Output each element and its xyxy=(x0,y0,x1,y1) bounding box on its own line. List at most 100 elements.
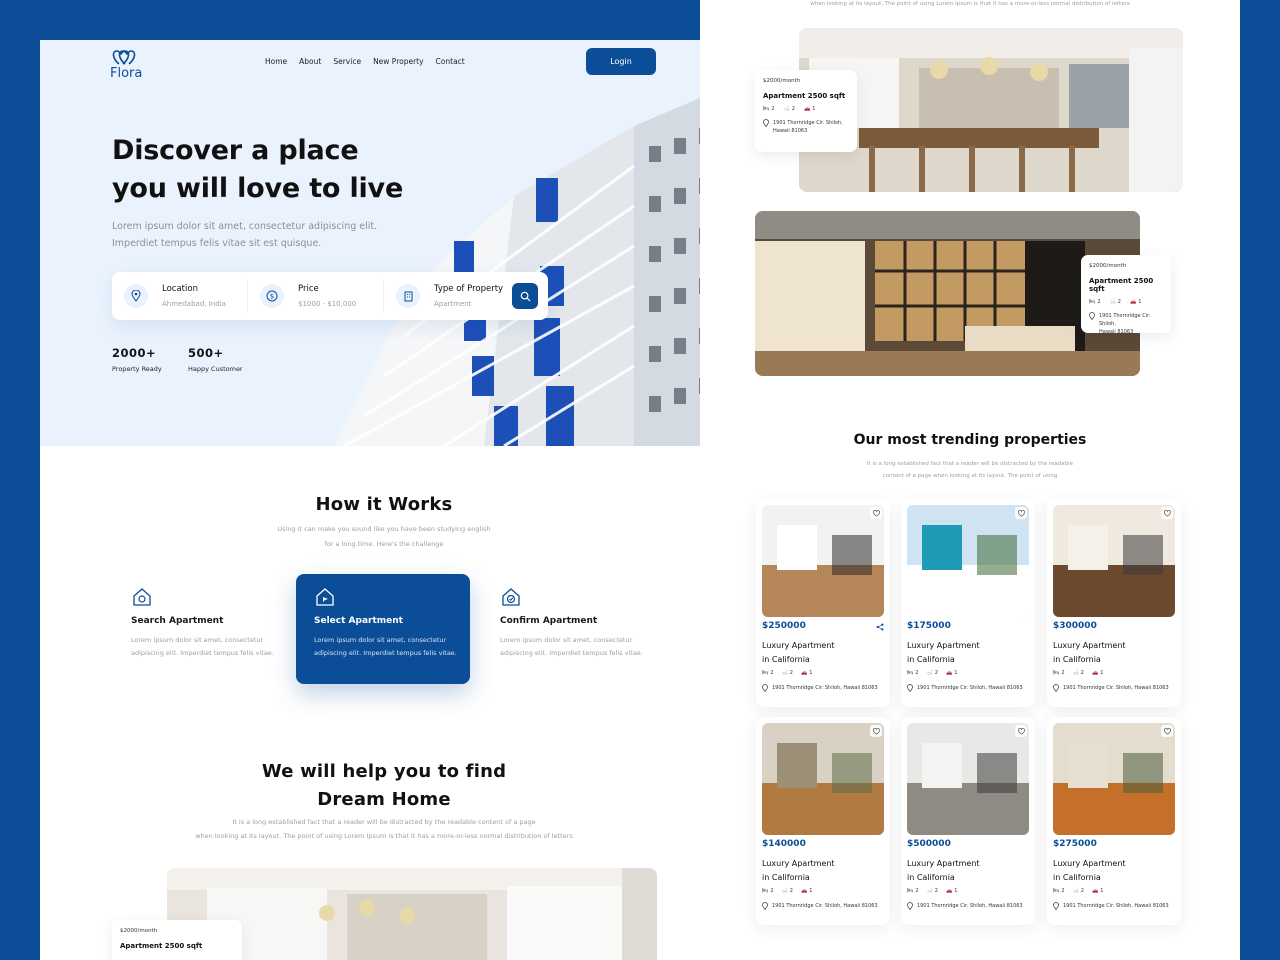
dream-subtitle-line-1: It is a long established fact that a rea… xyxy=(232,818,536,826)
how-subtitle-line-2: for a long time. Here's the challenge xyxy=(324,540,444,548)
dollar-icon: $ xyxy=(260,284,284,308)
login-button[interactable]: Login xyxy=(586,48,656,75)
property-card[interactable]: $250000 Luxury Apartment in California 🛏 2 🛁 2… xyxy=(756,499,890,707)
favorite-heart-icon[interactable] xyxy=(1015,725,1027,737)
property-search-bar: Location Ahmedabad, India $ Price $1000 - … xyxy=(112,272,548,320)
feature-card-1[interactable]: $2000/month Apartment 2500 sqft 🛏 2 🛁 2 🚗 1… xyxy=(755,70,857,152)
property-title-line-1: Luxury Apartment xyxy=(907,641,980,650)
rent-price: $2000/month xyxy=(1089,263,1127,269)
step-desc: Lorem ipsum dolor sit amet, consectetur … xyxy=(500,636,643,657)
favorite-heart-icon[interactable] xyxy=(1015,507,1027,519)
bath-icon: 🛁 2 xyxy=(1072,670,1084,676)
bed-icon: 🛏 2 xyxy=(907,670,919,676)
stat-label: Property Ready xyxy=(112,365,162,373)
property-price: $275000 xyxy=(1053,839,1097,849)
property-address: 1901 Thornridge Cir. Shiloh, Hawaii 8106… xyxy=(762,684,878,692)
building-icon xyxy=(396,284,420,308)
bath-icon: 🛁 2 xyxy=(926,888,938,894)
main-nav: Home About Service New Property Contact xyxy=(265,57,465,66)
hero-subtitle-line-1: Lorem ipsum dolor sit amet, consectetur … xyxy=(112,221,378,232)
nav-home[interactable]: Home xyxy=(265,57,287,66)
hero-section: Flora Home About Service New Property Co… xyxy=(40,40,728,446)
bath-count: 2 xyxy=(1080,670,1084,676)
stat-happy-customer: 500+ Happy Customer xyxy=(188,346,243,373)
property-address: 1901 Thornridge Cir. Shiloh, Hawaii 8106… xyxy=(907,684,1023,692)
favorite-heart-icon[interactable] xyxy=(870,507,882,519)
property-title: Luxury Apartment in California xyxy=(762,639,835,666)
amenities: 🛏 2 🛁 2 🚗 1 xyxy=(1089,299,1163,305)
nav-new-property[interactable]: New Property xyxy=(373,57,423,66)
step-select-apartment[interactable]: Select Apartment Lorem ipsum dolor sit a… xyxy=(296,574,470,684)
car-icon: 🚗 1 xyxy=(1129,299,1142,305)
car-count: 1 xyxy=(1100,670,1104,676)
property-card[interactable]: $275000 Luxury Apartment in California 🛏 2 🛁 2… xyxy=(1047,717,1181,925)
apartment-info-card[interactable]: $2000/month Apartment 2500 sqft xyxy=(112,920,242,960)
bath-icon: 🛁 2 xyxy=(781,888,793,894)
property-title-line-2: in California xyxy=(1053,654,1101,664)
property-image xyxy=(762,505,884,617)
search-type-field[interactable]: Type of Property Apartment xyxy=(384,279,520,313)
search-price-field[interactable]: $ Price $1000 - $10,000 xyxy=(248,279,384,313)
property-card[interactable]: $500000 Luxury Apartment in California 🛏 2 🛁 2… xyxy=(901,717,1035,925)
favorite-heart-icon[interactable] xyxy=(1161,725,1173,737)
property-image xyxy=(1053,723,1175,835)
address-text: 1901 Thornridge Cir. Shiloh, Hawaii 8106… xyxy=(917,685,1023,691)
car-icon: 🚗 1 xyxy=(803,106,816,112)
property-card[interactable]: $175000 Luxury Apartment in California 🛏 2 🛁 2… xyxy=(901,499,1035,707)
search-location-field[interactable]: Location Ahmedabad, India xyxy=(112,279,248,313)
amenities: 🛏 2 🛁 2 🚗 1 xyxy=(1053,888,1103,894)
favorite-heart-icon[interactable] xyxy=(870,725,882,737)
property-address: 1901 Thornridge Cir. Shiloh, Hawaii 8106… xyxy=(1053,684,1169,692)
bath-icon: 🛁 2 xyxy=(781,670,793,676)
amenities: 🛏 2 🛁 2 🚗 1 xyxy=(763,106,849,112)
step-title: Confirm Apartment xyxy=(500,616,598,626)
how-it-works-subtitle: Using it can make you sound like you hav… xyxy=(40,522,728,552)
search-button[interactable] xyxy=(512,283,538,309)
landing-page-left: Flora Home About Service New Property Co… xyxy=(40,40,728,960)
amenities: 🛏 2 🛁 2 🚗 1 xyxy=(762,670,812,676)
apartment-title: Apartment 2500 sqft xyxy=(763,92,846,100)
property-title: Luxury Apartment in California xyxy=(907,639,980,666)
bath-count: 2 xyxy=(934,888,938,894)
amenities: 🛏 2 🛁 2 🚗 1 xyxy=(762,888,812,894)
nav-service[interactable]: Service xyxy=(333,57,361,66)
location-pin-icon xyxy=(1089,312,1095,320)
dream-subtitle-line-2: when looking at its layout. The point of… xyxy=(195,832,573,840)
property-card[interactable]: $140000 Luxury Apartment in California 🛏 2 🛁 2… xyxy=(756,717,890,925)
top-caption: when looking at its layout. The point of… xyxy=(810,1,1130,7)
car-count: 1 xyxy=(954,670,958,676)
property-title-line-1: Luxury Apartment xyxy=(762,859,835,868)
car-icon: 🚗 1 xyxy=(1091,670,1104,676)
nav-about[interactable]: About xyxy=(299,57,321,66)
property-price: $250000 xyxy=(762,621,806,631)
apartment-title: Apartment 2500 sqft xyxy=(120,942,203,950)
car-icon: 🚗 1 xyxy=(800,670,813,676)
feature-card-2[interactable]: $2000/month Apartment 2500 sqft 🛏 2 🛁 2 🚗 1… xyxy=(1081,255,1171,335)
location-pin-icon xyxy=(762,684,768,692)
location-pin-icon xyxy=(907,902,913,910)
bed-icon: 🛏 2 xyxy=(1089,299,1101,305)
bed-count: 2 xyxy=(915,670,919,676)
brand-logo[interactable]: Flora xyxy=(110,48,142,81)
nav-contact[interactable]: Contact xyxy=(436,57,465,66)
dream-title-line-1: We will help you to find xyxy=(261,761,507,782)
address: 1901 Thornridge Cir. Shiloh, Hawaii 8106… xyxy=(763,119,849,135)
brand-name: Flora xyxy=(110,66,143,81)
trending-subtitle-line-1: It is a long established fact that a rea… xyxy=(866,461,1074,467)
location-label: Location xyxy=(162,284,198,294)
property-card[interactable]: $300000 Luxury Apartment in California 🛏 2 🛁 2… xyxy=(1047,499,1181,707)
bath-count: 2 xyxy=(789,888,793,894)
location-pin-icon xyxy=(762,902,768,910)
house-search-icon xyxy=(133,588,151,606)
favorite-heart-icon[interactable] xyxy=(1161,507,1173,519)
search-icon xyxy=(520,291,530,301)
location-pin-icon xyxy=(763,119,769,127)
trending-title: Our most trending properties xyxy=(853,432,1087,448)
step-confirm-apartment[interactable]: Confirm Apartment Lorem ipsum dolor sit … xyxy=(482,574,656,684)
step-search-apartment[interactable]: Search Apartment Lorem ipsum dolor sit a… xyxy=(113,574,287,684)
bed-icon: 🛏 2 xyxy=(907,888,919,894)
car-icon: 🚗 1 xyxy=(800,888,813,894)
share-icon[interactable] xyxy=(876,623,884,631)
step-desc: Lorem ipsum dolor sit amet, consectetur … xyxy=(314,636,457,657)
address-line-2: Hawaii 81063 xyxy=(773,128,808,134)
